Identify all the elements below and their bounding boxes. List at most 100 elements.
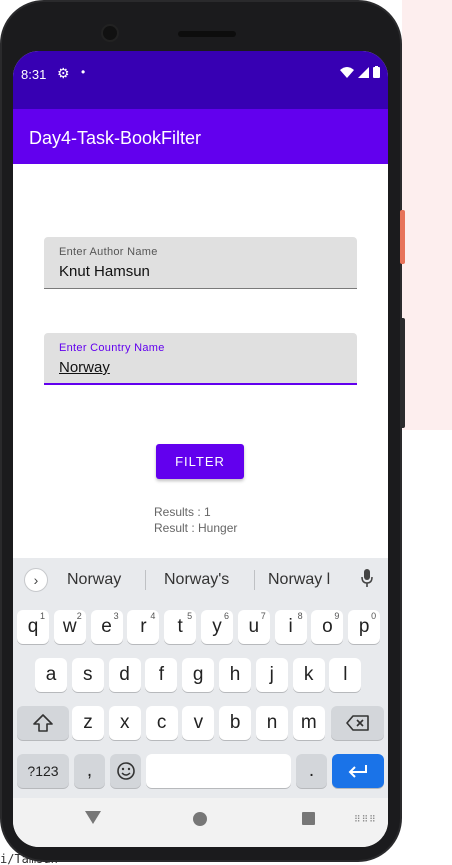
- key-m-label: m: [300, 712, 317, 733]
- key-h[interactable]: h: [219, 658, 251, 692]
- key-a-label: a: [45, 664, 57, 685]
- key-q-hint: 1: [39, 611, 45, 621]
- backspace-icon: [345, 715, 369, 731]
- key-w-label: w: [62, 616, 77, 637]
- key-e-label: e: [101, 616, 112, 637]
- status-icons: [340, 66, 380, 78]
- key-y[interactable]: y6: [201, 610, 233, 644]
- wifi-icon: [340, 66, 354, 78]
- key-z-label: z: [83, 712, 93, 733]
- key-e-hint: 3: [113, 611, 119, 621]
- microphone-icon[interactable]: [361, 569, 373, 587]
- home-icon[interactable]: [193, 812, 207, 826]
- key-k[interactable]: k: [292, 658, 325, 692]
- key-s-label: s: [83, 664, 93, 685]
- key-c-label: c: [156, 712, 167, 733]
- key-w[interactable]: w2: [53, 610, 86, 644]
- key-t-label: t: [177, 616, 183, 637]
- comma-key[interactable]: ,: [74, 754, 105, 788]
- suggestion-1[interactable]: Norway: [67, 571, 121, 589]
- chevron-right-icon[interactable]: ›: [24, 568, 48, 592]
- key-v[interactable]: v: [182, 706, 215, 740]
- key-k-label: k: [303, 664, 314, 685]
- space-key[interactable]: [146, 754, 291, 788]
- key-r-label: r: [140, 616, 147, 637]
- author-name-input[interactable]: Knut Hamsun: [59, 263, 150, 280]
- key-y-label: y: [212, 616, 222, 637]
- key-v-label: v: [193, 712, 204, 733]
- recents-icon[interactable]: [302, 812, 315, 825]
- key-l[interactable]: l: [329, 658, 362, 692]
- key-w-hint: 2: [76, 611, 82, 621]
- results-panel: Results : 1 Result : Hunger: [154, 504, 237, 536]
- key-j[interactable]: j: [255, 658, 288, 692]
- suggestion-divider: [145, 570, 146, 590]
- enter-key[interactable]: [332, 754, 384, 788]
- key-e[interactable]: e3: [90, 610, 123, 644]
- key-d[interactable]: d: [108, 658, 141, 692]
- key-g[interactable]: g: [182, 658, 215, 692]
- country-name-label: Enter Country Name: [59, 342, 165, 354]
- navigation-bar: ⠿⠿⠿: [13, 798, 388, 847]
- key-u-label: u: [248, 616, 260, 637]
- key-i[interactable]: i8: [274, 610, 307, 644]
- back-icon[interactable]: [85, 811, 101, 824]
- key-s[interactable]: s: [71, 658, 104, 692]
- gear-icon: ⚙: [57, 65, 70, 81]
- key-x[interactable]: x: [108, 706, 141, 740]
- key-f[interactable]: f: [145, 658, 178, 692]
- backspace-key[interactable]: [331, 706, 384, 740]
- key-h-label: h: [229, 664, 241, 685]
- key-t[interactable]: t5: [164, 610, 197, 644]
- filter-button[interactable]: FILTER: [156, 444, 244, 479]
- power-button: [400, 318, 405, 428]
- key-c[interactable]: c: [145, 706, 178, 740]
- key-p[interactable]: p0: [348, 610, 381, 644]
- keyboard-switch-icon[interactable]: ⠿⠿⠿: [354, 814, 377, 825]
- battery-icon: [373, 66, 380, 78]
- key-q[interactable]: q1: [17, 610, 49, 644]
- stage: i/Tamsun 8:31 ⚙ • Day4-Task-BookFilter E…: [0, 0, 452, 865]
- emoji-key[interactable]: [110, 754, 141, 788]
- author-name-field[interactable]: Enter Author Name Knut Hamsun: [44, 237, 357, 289]
- key-l-label: l: [343, 664, 348, 685]
- key-o[interactable]: o9: [311, 610, 344, 644]
- period-key[interactable]: .: [296, 754, 327, 788]
- result-title: Result : Hunger: [154, 521, 238, 535]
- key-z[interactable]: z: [72, 706, 104, 740]
- symbols-key[interactable]: ?123: [17, 754, 69, 788]
- enter-icon: [348, 765, 367, 778]
- screen: 8:31 ⚙ • Day4-Task-BookFilter Enter Auth…: [13, 51, 388, 847]
- key-u-hint: 7: [260, 611, 266, 621]
- key-f-label: f: [158, 664, 165, 685]
- key-o-hint: 9: [334, 611, 340, 621]
- emoji-icon: [116, 762, 135, 780]
- suggestion-2[interactable]: Norway's: [164, 571, 229, 589]
- phone-frame: 8:31 ⚙ • Day4-Task-BookFilter Enter Auth…: [0, 0, 405, 862]
- results-count: Results : 1: [154, 505, 211, 519]
- suggestion-divider: [254, 570, 255, 590]
- key-m[interactable]: m: [292, 706, 325, 740]
- key-p-hint: 0: [371, 611, 377, 621]
- key-p-label: p: [358, 616, 370, 637]
- country-name-field[interactable]: Enter Country Name Norway: [44, 333, 357, 385]
- key-n-label: n: [266, 712, 278, 733]
- front-camera: [101, 24, 119, 42]
- key-u[interactable]: u7: [237, 610, 270, 644]
- app-bar: Day4-Task-BookFilter: [13, 109, 388, 164]
- country-name-input[interactable]: Norway: [59, 359, 110, 376]
- key-o-label: o: [322, 616, 333, 637]
- key-r[interactable]: r4: [127, 610, 160, 644]
- key-b[interactable]: b: [219, 706, 252, 740]
- key-y-hint: 6: [223, 611, 229, 621]
- shift-icon: [33, 714, 53, 732]
- suggestion-3[interactable]: Norway l: [268, 571, 330, 589]
- key-a[interactable]: a: [35, 658, 67, 692]
- key-i-label: i: [288, 616, 293, 637]
- shift-key[interactable]: [17, 706, 69, 740]
- key-n[interactable]: n: [256, 706, 288, 740]
- signal-icon: [358, 66, 369, 78]
- key-b-label: b: [229, 712, 241, 733]
- suggestion-strip: › Norway Norway's Norway l: [13, 558, 388, 602]
- soft-keyboard: › Norway Norway's Norway l ?123 , . q 1 …: [13, 558, 388, 798]
